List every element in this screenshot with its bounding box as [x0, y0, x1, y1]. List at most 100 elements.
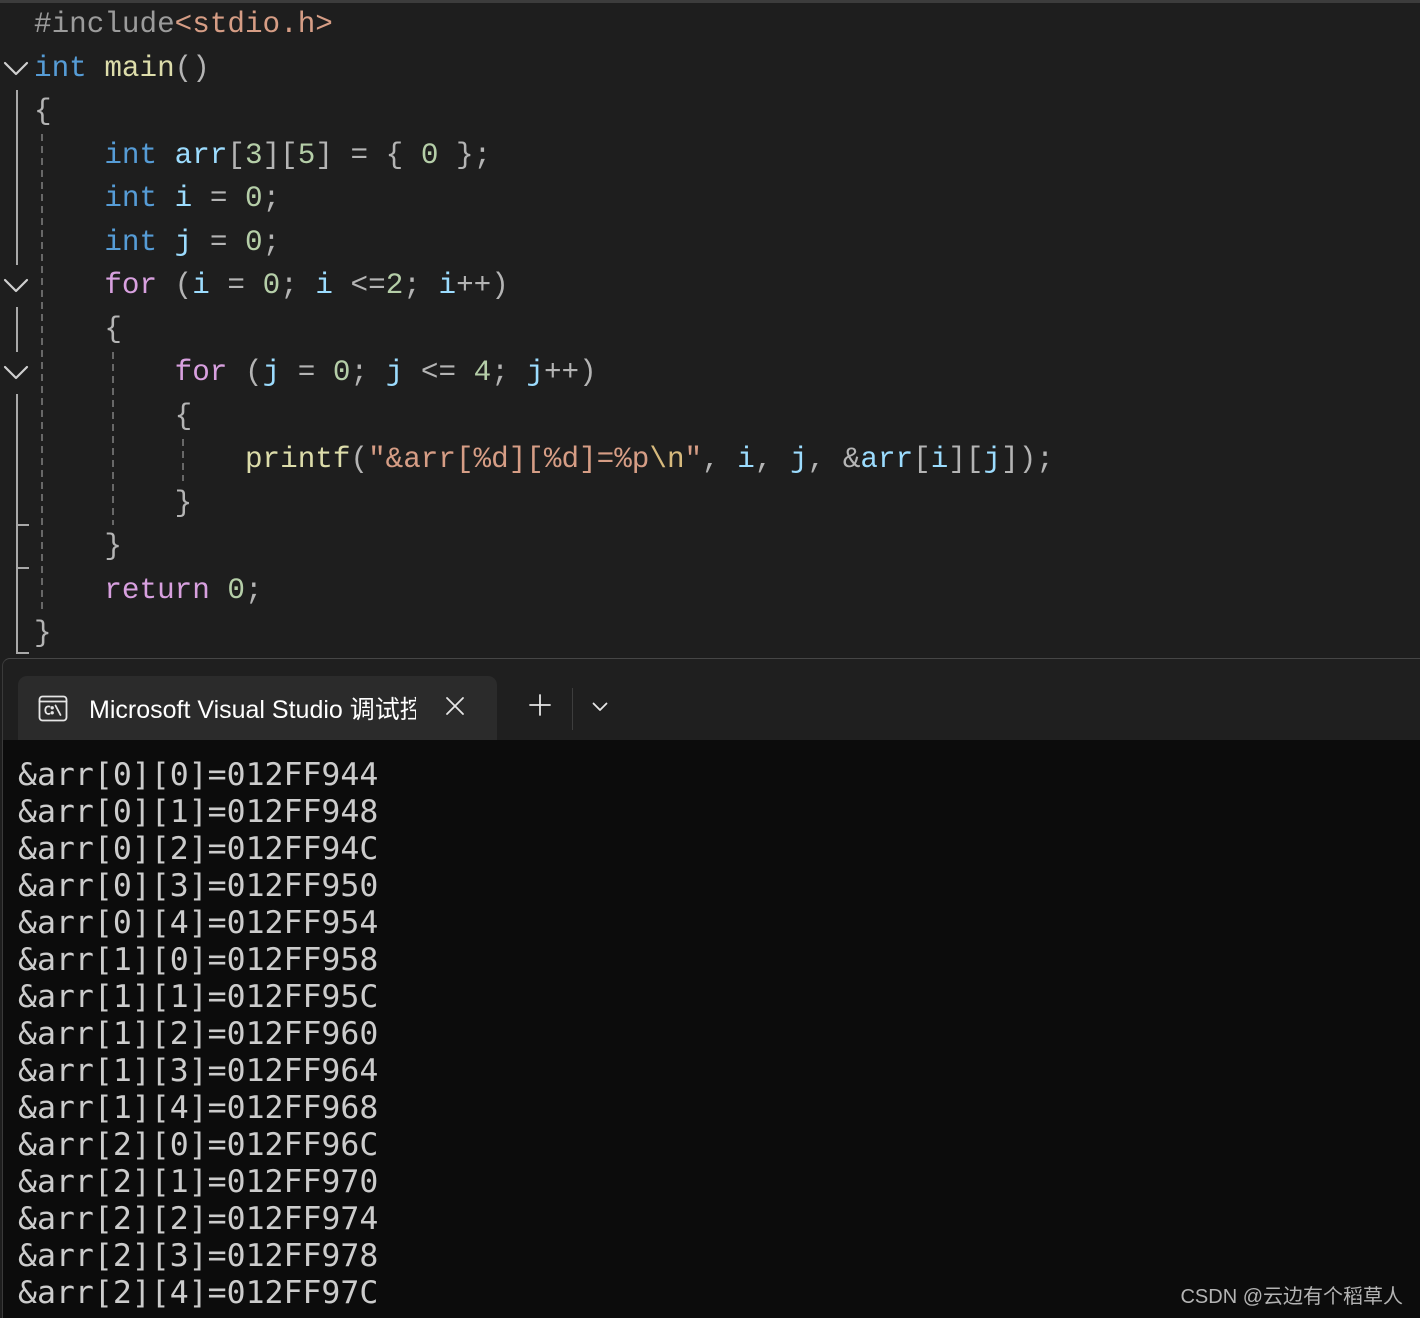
code-token-punct: , &: [807, 443, 861, 476]
code-token-number: 5: [297, 138, 316, 172]
code-token-punct: }: [34, 617, 52, 650]
code-line[interactable]: {: [34, 308, 1054, 352]
code-token-keyword: int: [34, 182, 175, 215]
code-token-keyword: int: [34, 138, 175, 172]
code-line[interactable]: {: [34, 90, 1054, 134]
code-token-variable: arr: [860, 443, 914, 476]
code-token-variable: i: [737, 443, 755, 476]
code-token-punct: };: [438, 138, 492, 172]
code-token-punct: [: [913, 443, 931, 476]
code-line[interactable]: int main(): [34, 47, 1054, 91]
watermark: CSDN @云边有个稻草人: [1180, 1286, 1403, 1308]
console-output-line: &arr[1][2]=012FF960: [18, 1015, 379, 1052]
code-token-number: 3: [245, 138, 263, 172]
code-line[interactable]: int j = 0;: [34, 221, 1054, 265]
code-token-punct: }: [34, 486, 193, 520]
code-token-string: <stdio.h>: [174, 8, 333, 41]
code-token-punct: ][: [262, 138, 298, 172]
code-token-punct: ] = {: [315, 138, 421, 172]
code-line[interactable]: #include<stdio.h>: [34, 3, 1054, 47]
code-token-punct: =: [209, 269, 263, 302]
console-output-line: &arr[0][2]=012FF94C: [18, 830, 379, 867]
code-token-punct: ;: [262, 225, 281, 259]
code-token-number: 0: [420, 138, 439, 172]
code-token-punct: =: [280, 356, 333, 389]
code-token-variable: i: [438, 269, 457, 302]
code-token-variable: j: [174, 225, 193, 259]
code-token-punct: (: [350, 443, 369, 476]
code-line[interactable]: for (i = 0; i <=2; i++): [34, 264, 1054, 308]
new-tab-button[interactable]: [520, 687, 560, 727]
code-token-variable: i: [315, 269, 333, 302]
code-line[interactable]: {: [34, 395, 1054, 439]
close-icon: [445, 696, 465, 721]
code-token-punct: (): [174, 51, 210, 85]
code-token-variable: i: [174, 182, 193, 215]
code-token-variable: j: [526, 356, 544, 389]
console-output-line: &arr[2][2]=012FF974: [18, 1200, 379, 1237]
code-token-punct: ++): [543, 356, 597, 389]
code-token-punct: ;: [280, 269, 316, 302]
code-line[interactable]: int i = 0;: [34, 177, 1054, 221]
console-icon: [38, 695, 68, 722]
code-token-string: "&arr[%d][%d]=%p: [368, 443, 650, 476]
code-line[interactable]: int arr[3][5] = { 0 };: [34, 134, 1054, 178]
code-token-punct: ,: [702, 443, 738, 476]
tab-dropdown-button[interactable]: [582, 690, 618, 726]
console-output-line: &arr[0][3]=012FF950: [18, 867, 379, 904]
code-token-punct: {: [34, 312, 122, 346]
code-token-punct: [: [227, 138, 245, 172]
code-token-punct: ;: [245, 573, 263, 607]
console-output-line: &arr[2][0]=012FF96C: [18, 1126, 379, 1163]
code-line[interactable]: }: [34, 525, 1054, 569]
code-token-punct: }: [34, 530, 122, 563]
code-token-punct: {: [34, 399, 193, 433]
code-line[interactable]: printf("&arr[%d][%d]=%p\n", i, j, &arr[i…: [34, 438, 1054, 482]
code-token-number: 0: [332, 356, 351, 389]
code-token-punct: <=: [332, 269, 386, 302]
code-token-variable: i: [192, 269, 210, 302]
code-token-punct: ,: [754, 443, 791, 476]
code-token-number: 2: [385, 269, 404, 302]
code-token-number: 0: [227, 573, 245, 607]
console-output[interactable]: &arr[0][0]=012FF944 &arr[0][1]=012FF948 &a…: [3, 740, 1420, 1318]
console-output-line: &arr[0][4]=012FF954: [18, 904, 379, 941]
collapse-chevron-icon[interactable]: [3, 61, 29, 76]
code-token-punct: ;: [403, 269, 439, 302]
code-token-escape: \n: [649, 443, 685, 476]
code-token-number: 0: [245, 225, 263, 259]
code-line[interactable]: }: [34, 482, 1054, 526]
code-token-punct: {: [34, 95, 52, 128]
tab-close-button[interactable]: [437, 690, 473, 726]
terminal-window: Microsoft Visual Studio 调试控 &arr[0][0]=0…: [2, 658, 1420, 1318]
code-token-control: for: [34, 269, 175, 302]
collapse-chevron-icon[interactable]: [3, 365, 29, 380]
code-token-punct: ++): [456, 269, 509, 302]
collapse-chevron-icon[interactable]: [3, 278, 29, 293]
code-line[interactable]: }: [34, 612, 1054, 656]
code-token-preproc: #include: [34, 8, 175, 41]
code-token-punct: ]);: [1001, 443, 1054, 476]
code-text-area[interactable]: #include<stdio.h> int main(){ int arr[3][…: [34, 3, 1054, 656]
code-token-number: 4: [473, 356, 492, 389]
code-line[interactable]: for (j = 0; j <= 4; j++): [34, 351, 1054, 395]
code-token-punct: (: [174, 269, 193, 302]
code-token-string: ": [684, 443, 703, 476]
chevron-down-icon: [592, 699, 608, 717]
code-token-number: 0: [262, 269, 281, 302]
code-token-control: return: [34, 573, 228, 607]
code-token-keyword: int: [34, 225, 175, 259]
console-output-line: &arr[1][1]=012FF95C: [18, 978, 379, 1015]
code-line[interactable]: return 0;: [34, 569, 1054, 613]
terminal-tab[interactable]: Microsoft Visual Studio 调试控: [18, 676, 497, 740]
code-token-punct: (: [244, 356, 263, 389]
code-token-number: 0: [245, 182, 263, 215]
code-token-variable: j: [790, 443, 808, 476]
code-token-keyword: int: [34, 51, 105, 85]
code-token-control: for: [34, 356, 245, 389]
code-token-variable: i: [930, 443, 949, 476]
plus-icon: [529, 693, 551, 721]
code-token-punct: ][: [948, 443, 984, 476]
code-token-punct: ;: [262, 182, 281, 215]
code-token-function: printf: [34, 443, 351, 476]
